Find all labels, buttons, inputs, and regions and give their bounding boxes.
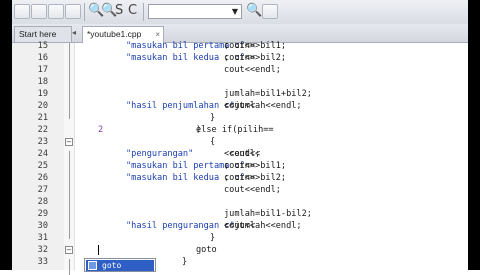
code-line[interactable]: 18 [0,76,480,88]
code-token: cout<<endl; [224,185,281,195]
code-text: goto [98,244,217,256]
code-line[interactable]: 22 else if(pilih== 2) [0,124,480,136]
code-token: } [210,233,216,243]
keyword-icon [88,261,97,270]
code-line[interactable]: 31} [0,232,480,244]
find-next-icon[interactable] [262,4,278,19]
line-number: 21 [37,113,48,123]
line-number: 18 [37,77,48,87]
code-token: } [210,113,216,123]
cut-icon[interactable] [48,4,64,19]
line-number: 26 [37,173,48,183]
line-number: 28 [37,197,48,207]
tab-scroll-icon[interactable]: ◂ [72,28,76,37]
letterbox-left [0,0,12,270]
function-combo[interactable]: ▼ [148,4,242,19]
autocomplete-label: goto [102,261,122,270]
code-line[interactable]: 27 cout<<endl; [0,184,480,196]
code-text: cout<< "masukan bil kedua :"; cin>>bil2; [126,52,286,64]
code-token: ; cin>>bil1; [224,41,287,51]
tab-label: Start here [19,29,57,39]
autocomplete-item[interactable]: goto [86,260,154,271]
line-number: 20 [37,101,48,111]
code-line[interactable]: 17 cout<<endl; [0,64,480,76]
code-editor[interactable]: 15 cout<< "masukan bil pertama :"; cin>>bi… [0,40,480,275]
code-text: cout<< "pengurangan" <<endl; [126,148,260,160]
code-token: <<jumlah<<endl; [224,221,302,231]
fold-guide [69,43,70,119]
code-text: cout<< "masukan bil kedua :"; cin>>bil2; [126,172,286,184]
code-line[interactable]: 30 cout<< "hasil pengurangan :" <<jumlah<<e… [0,220,480,232]
code-line[interactable]: 26 cout<< "masukan bil kedua :"; cin>>bil2… [0,172,480,184]
line-number: 25 [37,161,48,171]
code-token: ; cin>>bil2; [224,173,287,183]
chevron-down-icon[interactable]: ▼ [230,5,240,18]
code-line[interactable]: 28 [0,196,480,208]
code-line[interactable]: 19 jumlah=bil1+bil2; [0,88,480,100]
line-number: 23 [37,137,48,147]
code-text: cout<< "hasil pengurangan :" <<jumlah<<end… [126,220,302,232]
code-token: ; cin>>bil1; [224,161,287,171]
search-icon[interactable]: 🔍 [246,3,262,19]
code-token: jumlah=bil1-bil2; [224,209,312,219]
line-number: 24 [37,149,48,159]
line-number: 31 [37,233,48,243]
number-token: 2 [98,125,104,135]
line-number: 29 [37,209,48,219]
line-number: 32 [37,245,48,255]
code-token: <<jumlah<<endl; [224,101,302,111]
line-number: 15 [37,41,48,51]
code-line[interactable]: 24 cout<< "pengurangan" <<endl; [0,148,480,160]
string-token: "hasil penjumlahan :" [126,101,235,111]
string-token: "pengurangan" [126,149,194,159]
code-text: cout<< "masukan bil pertama :"; cin>>bil1… [126,40,286,52]
line-number: 17 [37,65,48,75]
fold-guide [69,151,70,239]
code-text: else if(pilih== 2) [98,124,274,136]
copy-icon[interactable] [65,4,81,19]
code-token: ) [196,125,202,135]
letterbox-right [468,0,480,270]
code-line[interactable]: 20 cout<< "hasil penjumlahan :" <<jumlah<<e… [0,100,480,112]
line-number: 27 [37,185,48,195]
redo-icon[interactable] [31,4,47,19]
code-line[interactable]: 33} [0,256,480,268]
reload-icon[interactable]: C [128,3,137,19]
code-token: goto [196,245,217,255]
fold-guide [69,259,70,275]
code-token: jumlah=bil1+bil2; [224,89,312,99]
line-number: 33 [37,257,48,267]
code-token: <<endl; [224,149,261,159]
code-text: cout<< "masukan bil pertama :"; cin>>bil1… [126,160,286,172]
line-number: 16 [37,53,48,63]
code-token: { [210,137,216,147]
text-cursor [98,244,99,255]
line-number: 19 [37,89,48,99]
fold-toggle-icon[interactable]: − [65,138,73,146]
code-token: cout<<endl; [224,65,281,75]
string-token: "hasil pengurangan :" [126,221,235,231]
code-token: } [182,257,188,267]
code-line[interactable]: 29 jumlah=bil1-bil2; [0,208,480,220]
line-number: 22 [37,125,48,135]
line-number: 30 [37,221,48,231]
code-text: cout<< "hasil penjumlahan :" <<jumlah<<end… [126,100,302,112]
code-line[interactable]: 15 cout<< "masukan bil pertama :"; cin>>bi… [0,40,480,52]
undo-icon[interactable] [14,4,30,19]
code-line[interactable]: 25 cout<< "masukan bil pertama :"; cin>>bi… [0,160,480,172]
toolbar-divider [143,3,144,21]
code-token: else if(pilih== [196,125,274,135]
toolbar-divider [84,3,85,21]
syntax-icon[interactable]: S [115,3,123,19]
toolbar: 🔍 🔍 S C ▼ 🔍 [0,0,480,25]
code-line[interactable]: 21} [0,112,480,124]
code-line[interactable]: 16 cout<< "masukan bil kedua :"; cin>>bil2… [0,52,480,64]
tab-label: *youtube1.cpp [87,29,142,39]
code-token: ; cin>>bil2; [224,53,287,63]
fold-toggle-icon[interactable]: − [65,246,73,254]
